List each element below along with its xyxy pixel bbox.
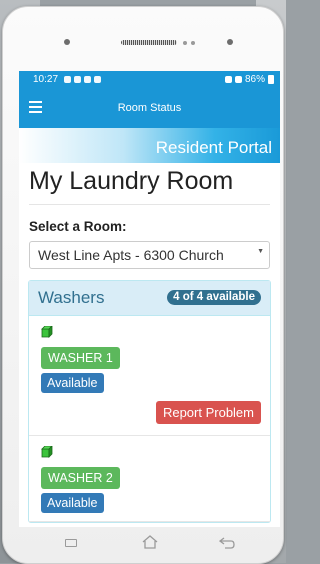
app-bar: Room Status bbox=[19, 88, 280, 128]
status-bar: 10:27 86% bbox=[19, 71, 280, 88]
sensor-icon bbox=[191, 41, 195, 45]
machine-name-label: WASHER 2 bbox=[41, 467, 120, 489]
page-title: My Laundry Room bbox=[29, 167, 270, 205]
notification-icon bbox=[74, 76, 82, 83]
machine-status-label: Available bbox=[41, 493, 104, 513]
battery-icon bbox=[268, 75, 274, 84]
room-select[interactable]: West Line Apts - 6300 Church ▼ bbox=[29, 241, 270, 269]
selected-room-value: West Line Apts - 6300 Church bbox=[38, 247, 224, 263]
notification-icon bbox=[64, 76, 72, 83]
machine-name-label: WASHER 1 bbox=[41, 347, 120, 369]
sensor-icon bbox=[183, 41, 187, 45]
recent-apps-key[interactable] bbox=[65, 539, 77, 547]
phone-screen: 10:27 86% Room Status Resident Portal My… bbox=[19, 71, 280, 527]
back-key-icon[interactable] bbox=[219, 537, 235, 549]
status-time: 10:27 bbox=[33, 74, 59, 85]
menu-icon[interactable] bbox=[29, 101, 42, 113]
washers-panel: Washers 4 of 4 available WASHER 1 Availa… bbox=[28, 280, 271, 523]
washers-title: Washers bbox=[38, 288, 105, 307]
status-right: 86% bbox=[224, 74, 274, 85]
select-room-label: Select a Room: bbox=[29, 219, 127, 234]
wifi-icon bbox=[224, 76, 232, 83]
dropdown-caret-icon: ▼ bbox=[257, 248, 264, 255]
notification-icon bbox=[84, 76, 92, 83]
app-bar-title: Room Status bbox=[117, 102, 182, 114]
front-camera-icon bbox=[64, 39, 70, 45]
battery-percent: 86% bbox=[244, 74, 265, 85]
machine-status-label: Available bbox=[41, 373, 104, 393]
washer-cube-icon bbox=[41, 325, 53, 338]
report-problem-button[interactable]: Report Problem bbox=[155, 401, 261, 424]
washers-panel-heading: Washers 4 of 4 available bbox=[29, 281, 270, 316]
signal-icon bbox=[234, 76, 242, 83]
machine-item: WASHER 2 Available bbox=[29, 436, 270, 522]
washer-cube-icon bbox=[41, 445, 53, 458]
availability-badge: 4 of 4 available bbox=[167, 290, 261, 305]
resident-portal-banner: Resident Portal bbox=[19, 128, 280, 163]
home-key-icon[interactable] bbox=[142, 535, 158, 549]
phone-frame: 10:27 86% Room Status Resident Portal My… bbox=[2, 6, 284, 564]
notification-icons bbox=[64, 76, 102, 83]
machine-item: WASHER 1 Available Report Problem bbox=[29, 316, 270, 436]
proximity-sensor-icon bbox=[227, 39, 233, 45]
notification-icon bbox=[94, 76, 102, 83]
earpiece-speaker bbox=[121, 40, 177, 45]
